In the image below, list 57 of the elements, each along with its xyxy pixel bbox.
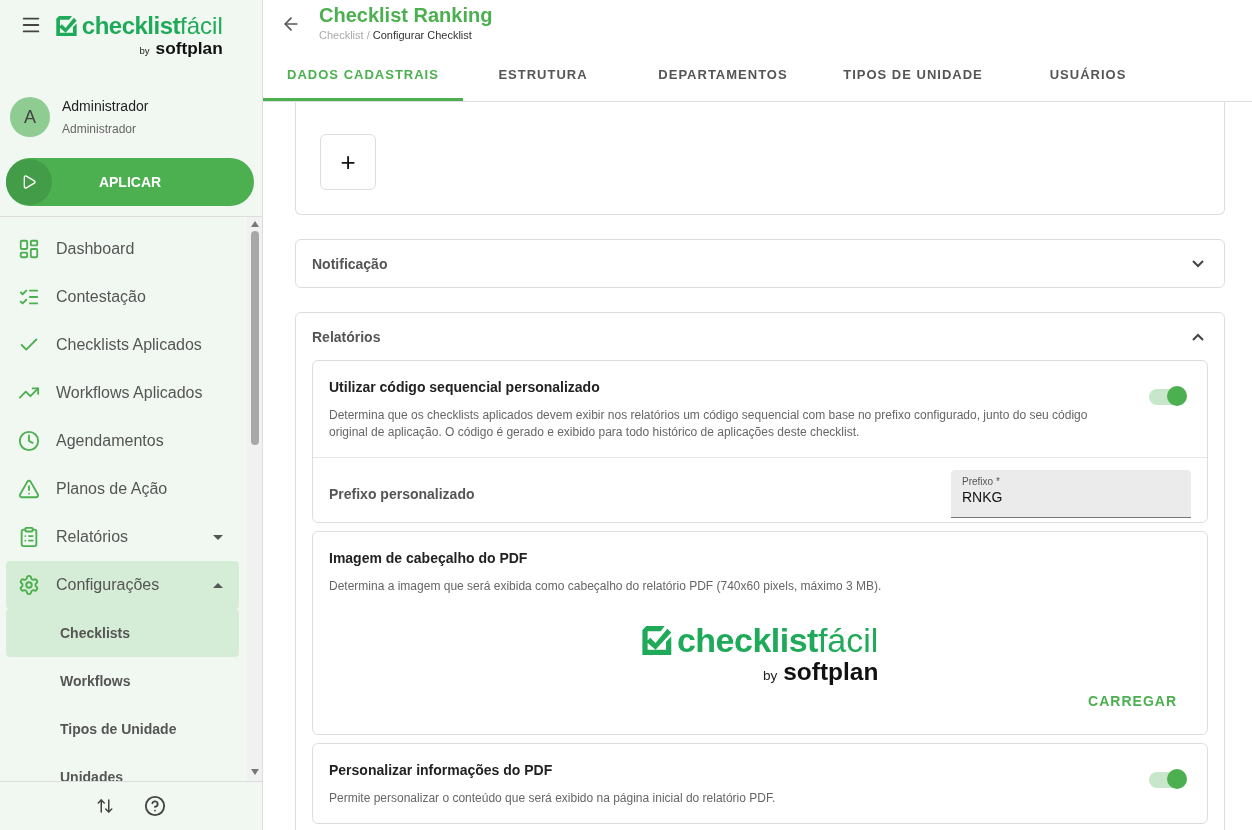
tab[interactable]: USUÁRIOS (1003, 50, 1173, 101)
brand-name: checklist (81, 12, 181, 40)
tab[interactable]: DEPARTAMENTOS (623, 50, 823, 101)
help-icon[interactable] (144, 795, 166, 817)
nav-item[interactable]: Contestação (6, 273, 239, 321)
section-header[interactable]: Relatórios (296, 313, 1224, 360)
nav-subitem[interactable]: Checklists (6, 609, 239, 657)
breadcrumb: Checklist / Configurar Checklist (319, 29, 473, 41)
brand-name-light: fácil (180, 12, 223, 40)
brand-name-light: fácil (817, 621, 879, 660)
checkmark-logo-icon (56, 15, 79, 37)
checkmark-logo-icon (641, 626, 674, 655)
user-name: Administrador (62, 98, 149, 114)
scroll-down-icon[interactable] (250, 769, 259, 775)
add-button[interactable]: + (320, 134, 376, 190)
by-text: by (762, 668, 778, 683)
chevron-down-icon (1192, 259, 1204, 268)
dashboard-icon (18, 238, 40, 260)
warning-icon (18, 478, 40, 500)
nav-item[interactable]: Relatórios (6, 513, 239, 561)
gear-icon (18, 574, 40, 596)
nav-item[interactable]: Dashboard (6, 225, 239, 273)
brand-name: checklist (676, 621, 818, 660)
clock-icon (18, 430, 40, 452)
nav-item[interactable]: Planos de Ação (6, 465, 239, 513)
play-icon (6, 159, 52, 205)
clipboard-icon (18, 526, 40, 548)
page-title: Checklist Ranking (319, 4, 493, 27)
maker-name: softplan (783, 658, 879, 686)
scroll-up-icon[interactable] (250, 221, 259, 227)
tab[interactable]: TIPOS DE UNIDADE (823, 50, 1003, 101)
nav-item[interactable]: Checklists Aplicados (6, 321, 239, 369)
toggle-switch[interactable] (1149, 772, 1185, 788)
setting-description: Permite personalizar o conteúdo que será exibido na página inicial do relatório PDF. (329, 790, 777, 807)
nav-item[interactable]: Agendamentos (6, 417, 239, 465)
nav-item[interactable]: Configurações (6, 561, 239, 609)
setting-title: Utilizar código sequencial personalizado (329, 379, 601, 395)
scrollbar[interactable] (247, 217, 262, 781)
sort-icon[interactable] (96, 797, 114, 815)
by-text: by (139, 45, 150, 56)
tab[interactable]: ESTRUTURA (463, 50, 623, 101)
setting-title: Imagem de cabeçalho do PDF (329, 550, 529, 566)
field-label: Prefixo personalizado (329, 486, 475, 502)
nav-subitem[interactable]: Tipos de Unidade (6, 705, 239, 753)
nav-subitem[interactable]: Workflows (6, 657, 239, 705)
prefix-field[interactable]: Prefixo * RNKG (951, 470, 1191, 518)
scrollbar-thumb[interactable] (250, 231, 259, 445)
setting-description: Determina a imagem que será exibida como cabeçalho do relatório PDF (740x60 pixels, máximo 3 MB). (329, 578, 883, 595)
user-avatar: A (10, 97, 50, 137)
nav-item[interactable]: Workflows Aplicados (6, 369, 239, 417)
section-header[interactable]: Notificação (296, 240, 1224, 287)
setting-title: Personalizar informações do PDF (329, 762, 554, 778)
setting-description: Determina que os checklists aplicados devem exibir nos relatórios um código sequencial com base no prefixo configurado, junto do seu código original de aplicação. O código é gerado e exibido para todo histórico de aplicações deste checklist. (329, 407, 1089, 441)
maker-name: softplan (155, 38, 223, 59)
chevron-up-icon (1192, 332, 1204, 341)
user-role: Administrador (62, 122, 138, 136)
toggle-switch[interactable] (1149, 389, 1185, 405)
